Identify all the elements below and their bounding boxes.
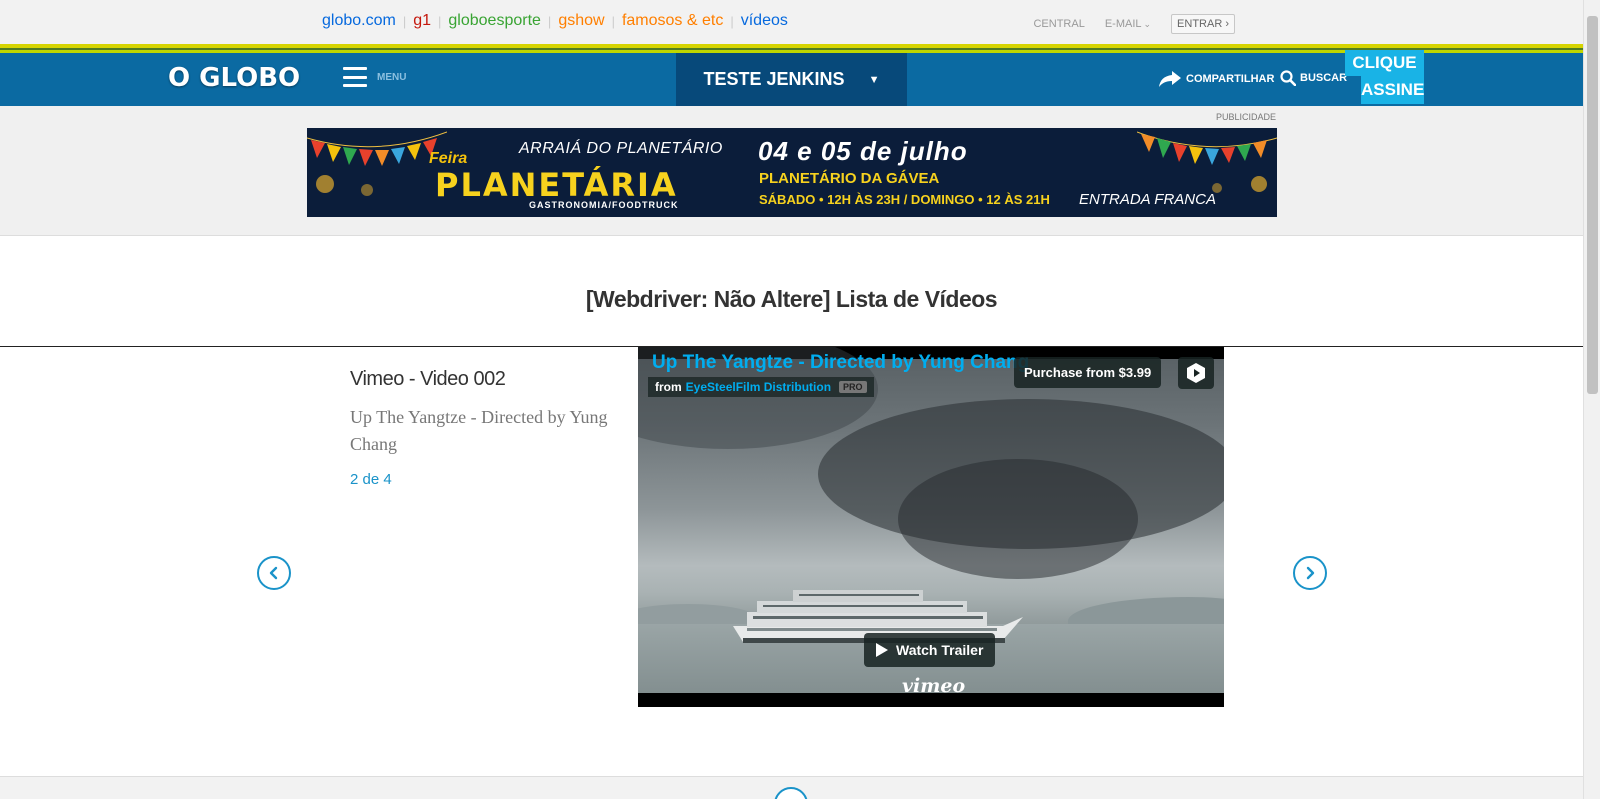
menu-button[interactable]: MENU <box>343 67 406 87</box>
vod-button[interactable] <box>1178 357 1214 389</box>
video-description: Up The Yangtze - Directed by Yung Chang <box>350 407 608 454</box>
next-video-button[interactable] <box>1293 556 1327 590</box>
login-button[interactable]: ENTRAR › <box>1171 14 1235 34</box>
section-dropdown[interactable]: TESTE JENKINS ▼ <box>676 53 907 106</box>
festival-flags-graphic <box>1137 131 1277 193</box>
search-label: BUSCAR <box>1300 72 1348 84</box>
utility-links: CENTRAL E-MAIL ⌄ ENTRAR › <box>1013 14 1235 34</box>
vimeo-logo[interactable]: vimeo <box>902 675 965 697</box>
chevron-down-icon: ⌄ <box>1143 19 1152 29</box>
subscribe-line-2: ASSINE <box>1361 76 1424 104</box>
ad-entrada-text: ENTRADA FRANCA <box>1079 191 1216 208</box>
globo-top-bar: globo.com | g1 | globoesporte | gshow | … <box>0 0 1583 44</box>
link-globo-com[interactable]: globo.com <box>322 12 396 30</box>
link-globoesporte[interactable]: globoesporte <box>448 12 541 30</box>
subscribe-button[interactable]: CLIQUE E ASSINE <box>1345 50 1424 104</box>
page: globo.com | g1 | globoesporte | gshow | … <box>0 0 1600 799</box>
ad-planetaria-text: PLANETÁRIA <box>435 166 678 204</box>
hamburger-icon <box>343 67 367 87</box>
chevron-left-icon <box>269 566 278 580</box>
page-title: [Webdriver: Não Altere] Lista de Vídeos <box>585 286 998 312</box>
video-title: Vimeo - Video 002 <box>350 368 506 390</box>
ad-banner[interactable]: ARRAIÁ DO PLANETÁRIO Feira PLANETÁRIA GA… <box>307 128 1277 217</box>
site-logo[interactable]: O GLOBO <box>168 63 300 93</box>
ad-place-text: PLANETÁRIO DA GÁVEA <box>759 170 940 187</box>
central-link[interactable]: CENTRAL <box>1033 18 1084 30</box>
site-header: O GLOBO MENU TESTE JENKINS ▼ COMPARTILHA… <box>0 50 1583 106</box>
owner-link[interactable]: EyeSteelFilm Distribution <box>686 380 831 394</box>
ad-label: PUBLICIDADE <box>1215 112 1276 122</box>
email-label: E-MAIL <box>1104 18 1142 30</box>
network-links: globo.com | g1 | globoesporte | gshow | … <box>322 12 788 30</box>
player-byline: from EyeSteelFilm Distribution PRO <box>648 377 874 397</box>
share-button[interactable]: COMPARTILHAR <box>1158 70 1274 88</box>
link-separator: | <box>547 13 552 29</box>
link-separator: | <box>611 13 615 29</box>
player-video-title[interactable]: Up The Yangtze - Directed by Yung Chang <box>652 352 1029 374</box>
byline-from: from <box>655 380 682 394</box>
ad-area: PUBLICIDADE ARRAIÁ DO PLANETÁRIO Feira P… <box>0 106 1583 236</box>
email-dropdown[interactable]: E-MAIL ⌄ <box>1105 18 1151 30</box>
page-scrollbar[interactable] <box>1583 0 1600 799</box>
link-separator: | <box>402 13 407 29</box>
festival-flags-graphic <box>307 131 447 196</box>
share-label: COMPARTILHAR <box>1186 73 1275 85</box>
ad-gastronomia-text: GASTRONOMIA/FOODTRUCK <box>529 200 679 210</box>
link-famosos[interactable]: famosos & etc <box>622 12 723 30</box>
video-player[interactable]: Up The Yangtze - Directed by Yung Chang … <box>638 347 1224 707</box>
search-button[interactable]: BUSCAR <box>1280 70 1347 86</box>
link-separator: | <box>730 13 734 29</box>
chevron-right-icon <box>1306 566 1315 580</box>
purchase-button[interactable]: Purchase from $3.99 <box>1014 357 1162 388</box>
search-icon <box>1280 70 1296 86</box>
link-g1[interactable]: g1 <box>413 12 431 30</box>
caret-down-icon: ▼ <box>868 73 880 86</box>
pro-badge: PRO <box>839 381 867 393</box>
ad-arraia-text: ARRAIÁ DO PLANETÁRIO <box>519 140 723 157</box>
link-videos[interactable]: vídeos <box>741 12 788 30</box>
previous-video-button[interactable] <box>257 556 291 590</box>
link-gshow[interactable]: gshow <box>558 12 604 30</box>
ad-schedule-text: SÁBADO • 12H ÀS 23H / DOMINGO • 12 ÀS 21… <box>759 192 1050 207</box>
video-position: 2 de 4 <box>350 471 392 488</box>
watch-trailer-label: Watch Trailer <box>896 642 984 658</box>
link-separator: | <box>438 13 442 29</box>
section-title: TESTE JENKINS <box>703 69 845 89</box>
watch-trailer-button[interactable]: Watch Trailer <box>864 633 996 667</box>
menu-label: MENU <box>377 71 407 83</box>
share-arrow-icon <box>1159 71 1181 87</box>
subscribe-line-1: CLIQUE E <box>1345 50 1424 98</box>
vod-play-icon <box>1187 363 1205 383</box>
play-icon <box>876 643 888 657</box>
ad-date-text: 04 e 05 de julho <box>758 136 968 166</box>
scrollbar-thumb[interactable] <box>1587 16 1598 394</box>
